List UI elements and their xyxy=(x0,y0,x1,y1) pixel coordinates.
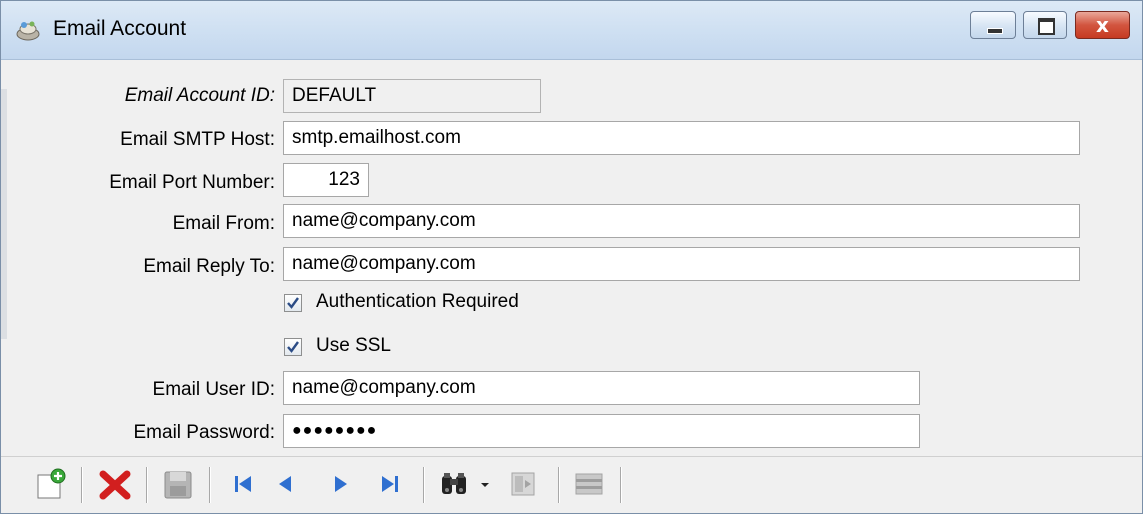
minimize-icon xyxy=(987,28,1003,34)
checkmark-icon xyxy=(287,297,299,309)
last-record-icon[interactable] xyxy=(373,467,407,501)
port-number-label: Email Port Number: xyxy=(109,172,275,193)
email-from-input[interactable]: name@company.com xyxy=(283,204,1080,238)
email-from-label: Email From: xyxy=(172,213,275,234)
smtp-host-label: Email SMTP Host: xyxy=(120,129,275,150)
toolbar-separator xyxy=(558,467,560,503)
checkmark-icon xyxy=(287,341,299,353)
authentication-required-label: Authentication Required xyxy=(316,291,519,312)
toolbar-separator xyxy=(620,467,622,503)
toolbar-separator xyxy=(423,467,425,503)
record-toolbar xyxy=(1,456,1142,513)
find-dropdown-icon[interactable] xyxy=(477,467,493,501)
use-ssl-label: Use SSL xyxy=(316,335,391,356)
use-ssl-checkbox[interactable] xyxy=(284,338,302,356)
password-input[interactable]: ●●●●●●●● xyxy=(283,414,920,448)
toolbar-separator xyxy=(146,467,148,503)
minimize-button[interactable] xyxy=(970,11,1016,39)
user-id-input[interactable]: name@company.com xyxy=(283,371,920,405)
window-edge xyxy=(1,89,7,339)
reply-to-label: Email Reply To: xyxy=(143,256,275,277)
password-label: Email Password: xyxy=(133,422,276,443)
email-account-window: Email Account x Email Account ID: DEFAUL… xyxy=(0,0,1143,514)
reply-to-input[interactable]: name@company.com xyxy=(283,247,1080,281)
find-icon[interactable] xyxy=(437,467,471,501)
save-icon[interactable] xyxy=(161,467,195,501)
next-record-icon[interactable] xyxy=(323,467,357,501)
new-record-icon[interactable] xyxy=(34,467,68,501)
port-number-input[interactable]: 123 xyxy=(283,163,369,197)
title-bar[interactable]: Email Account x xyxy=(1,1,1142,60)
toolbar-separator xyxy=(81,467,83,503)
previous-record-icon[interactable] xyxy=(269,467,303,501)
account-id-field: DEFAULT xyxy=(283,79,541,113)
maximize-icon xyxy=(1038,18,1055,35)
first-record-icon[interactable] xyxy=(226,467,260,501)
smtp-host-input[interactable]: smtp.emailhost.com xyxy=(283,121,1080,155)
close-icon: x xyxy=(1096,13,1109,37)
app-icon xyxy=(15,18,41,42)
account-id-label: Email Account ID: xyxy=(124,85,275,106)
user-id-label: Email User ID: xyxy=(152,379,275,400)
toolbar-separator xyxy=(209,467,211,503)
window-title: Email Account xyxy=(53,17,187,40)
close-button[interactable]: x xyxy=(1075,11,1130,39)
authentication-required-checkbox[interactable] xyxy=(284,294,302,312)
maximize-button[interactable] xyxy=(1023,11,1067,39)
filter-icon[interactable] xyxy=(506,467,540,501)
list-icon[interactable] xyxy=(572,467,606,501)
delete-icon[interactable] xyxy=(98,467,132,501)
